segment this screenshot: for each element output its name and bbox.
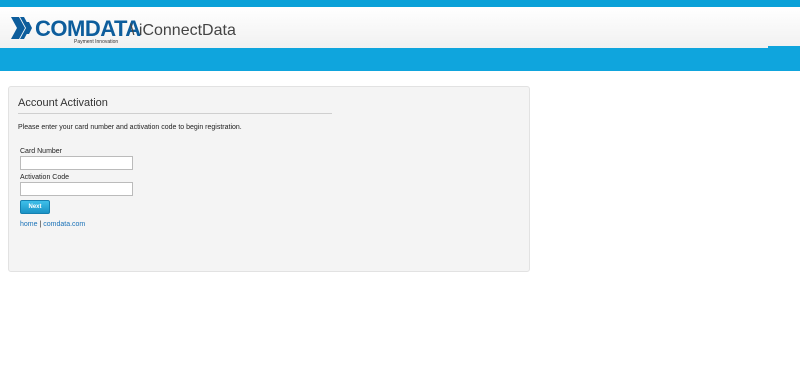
home-link[interactable]: home [20,221,38,228]
comdata-mark-icon [11,17,32,39]
brand-tagline: Payment Innovation [74,39,119,45]
card-number-label: Card Number [20,148,63,155]
top-accent-stripe [0,0,800,7]
panel-title: Account Activation [18,97,108,109]
comdata-logo[interactable]: COMDATA Payment Innovation \ iConnectDat… [11,16,241,48]
site-header: COMDATA Payment Innovation \ iConnectDat… [0,7,800,48]
comdata-link[interactable]: comdata.com [43,221,85,228]
app-name: \ iConnectData [130,22,236,39]
activation-code-label: Activation Code [20,174,70,181]
footer-links: home | comdata.com [20,220,85,229]
account-activation-panel: Account Activation Please enter your car… [8,86,530,272]
next-button[interactable]: Next [20,200,50,214]
link-separator: | [39,221,42,228]
instructions-text: Please enter your card number and activa… [18,124,242,131]
title-divider [18,113,332,114]
navigation-bar [0,46,800,71]
card-number-input[interactable] [20,156,133,170]
activation-code-input[interactable] [20,182,133,196]
nav-bar-notch [768,46,800,48]
